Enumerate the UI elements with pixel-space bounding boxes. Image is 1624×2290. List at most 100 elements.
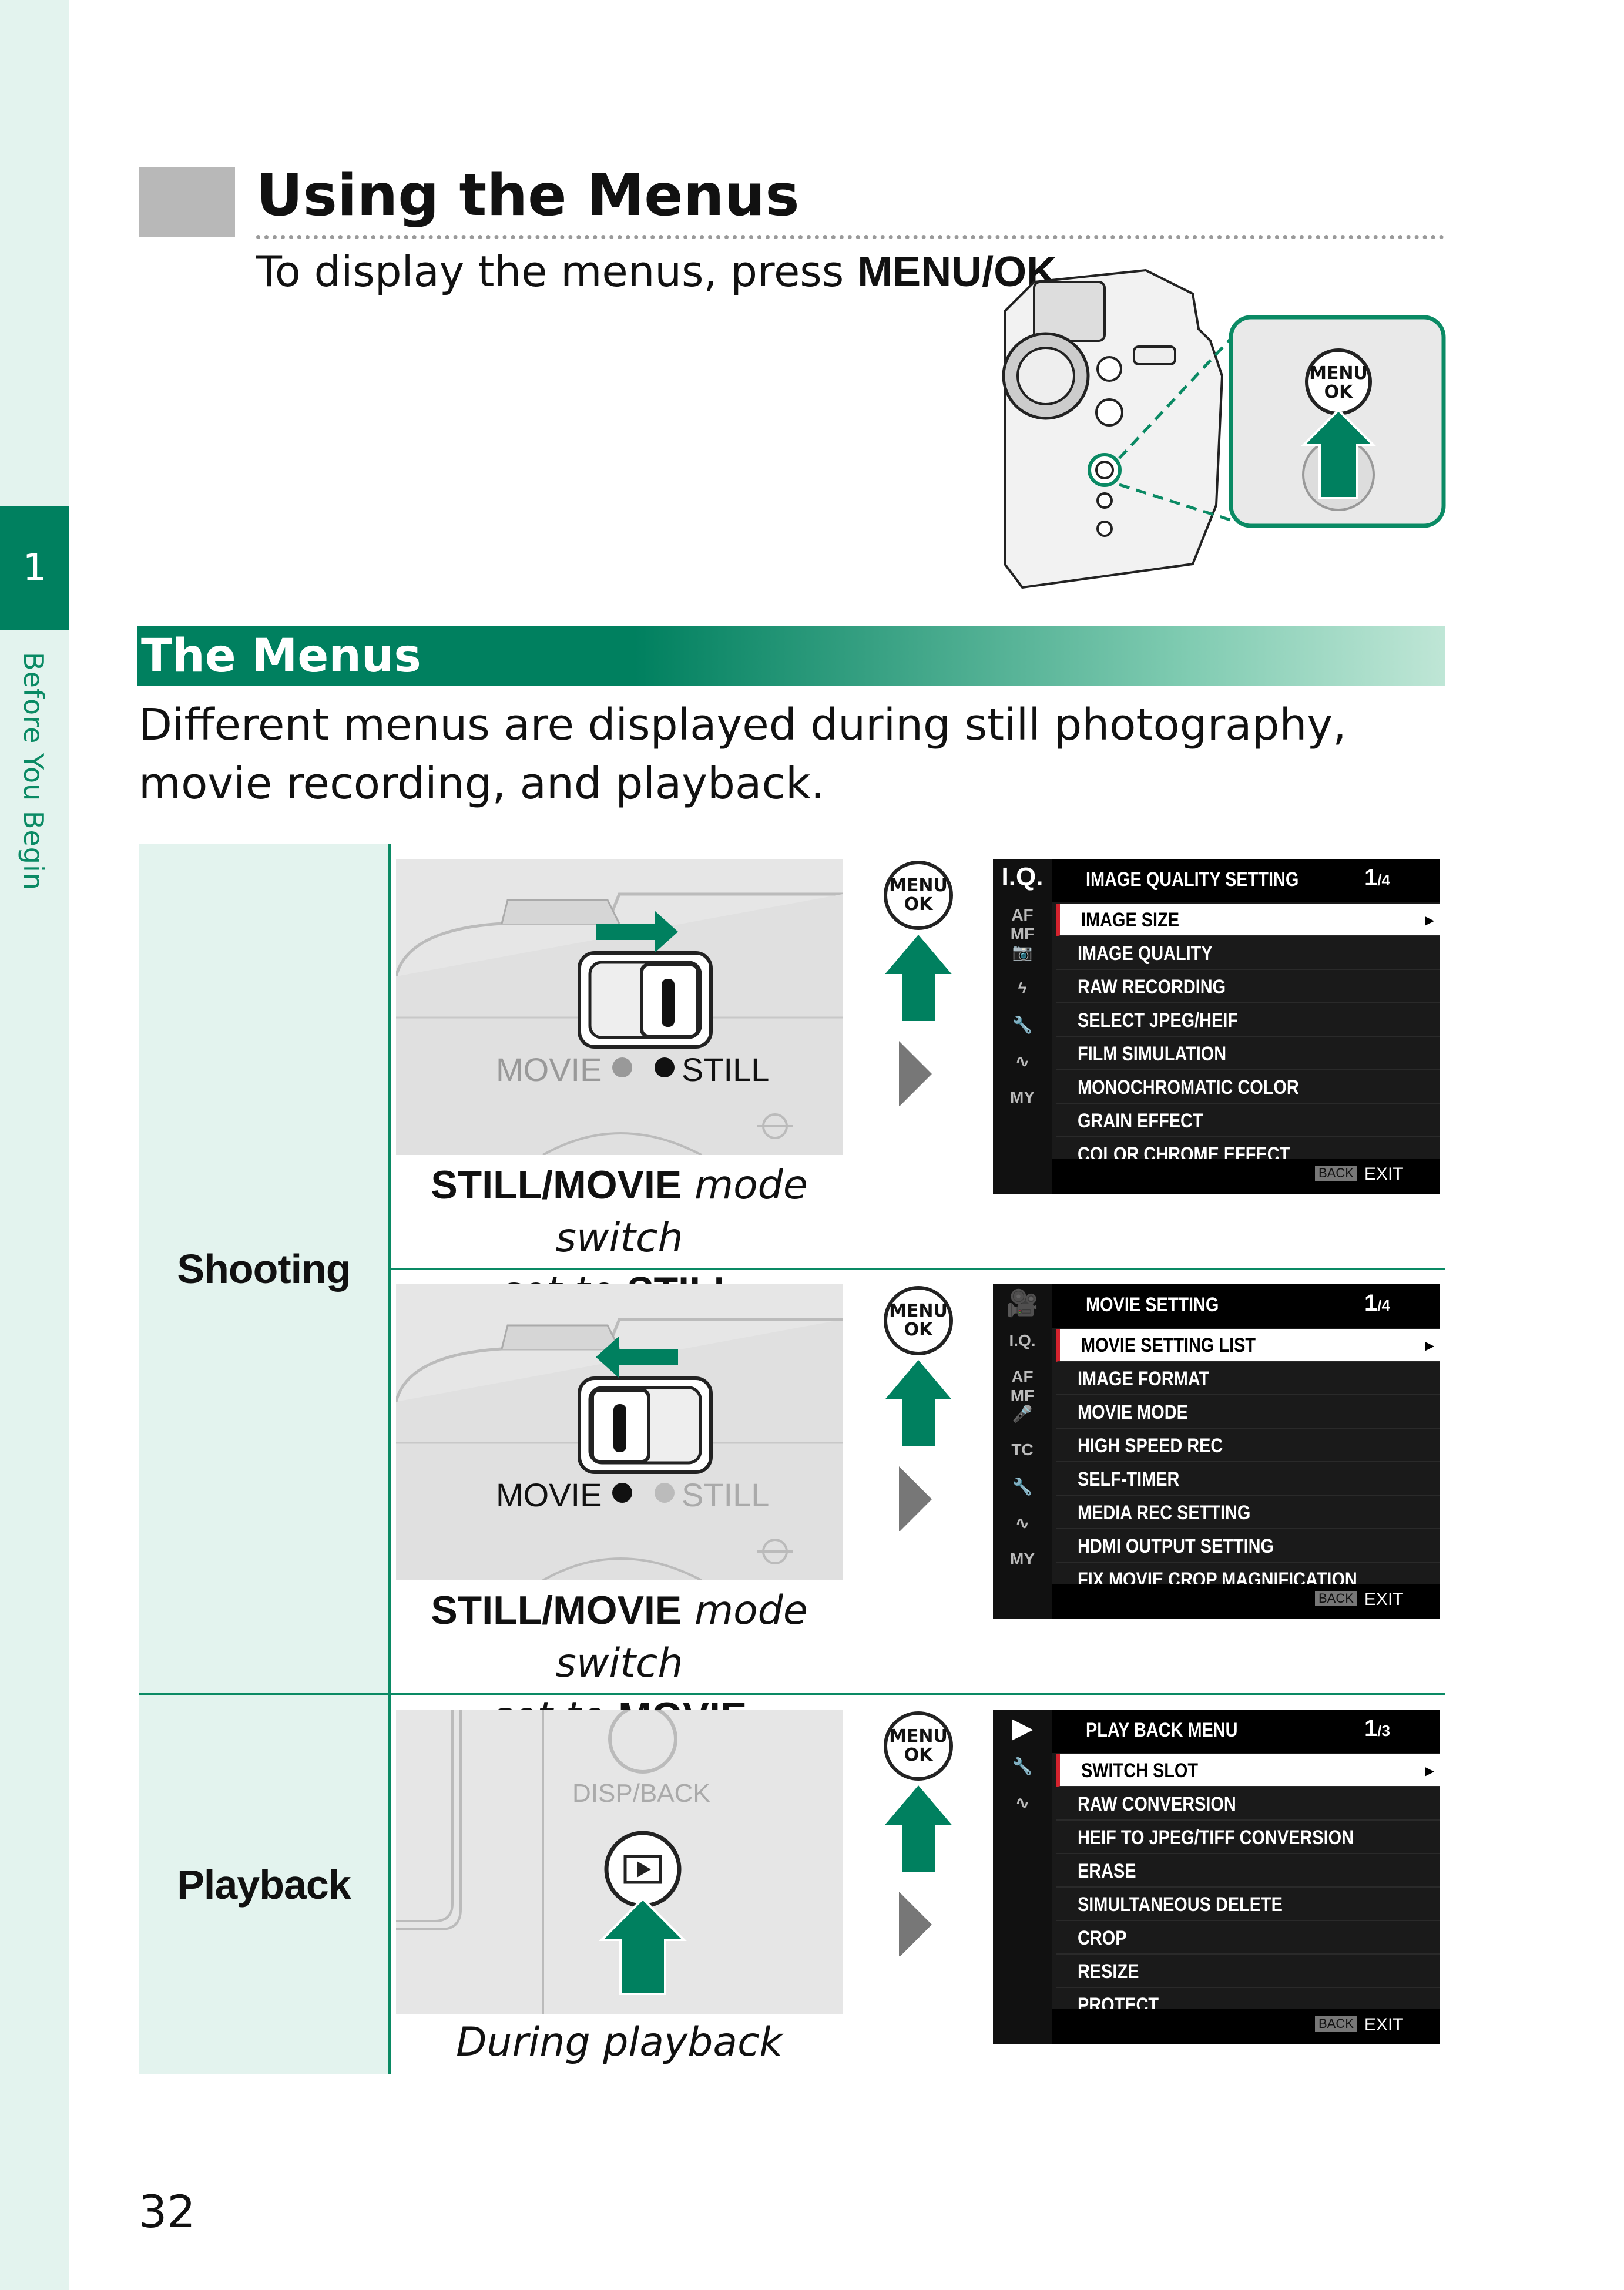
menu-screen-playback: PLAY BACK MENU 1/3 ▶ 🔧 ∿ SWITCH SLOT RAW CONVE…	[993, 1710, 1440, 2044]
movie-switch-illustration: MOVIE STILL	[394, 1284, 843, 1581]
menu-tab-icon[interactable]: AF MF	[999, 906, 1046, 943]
menu-item-label: SELF-TIMER	[1078, 1468, 1180, 1490]
menu-item[interactable]: MEDIA REC SETTING	[1056, 1496, 1440, 1529]
menu-tab-icon[interactable]: MY	[999, 1088, 1046, 1107]
still-dot	[655, 1057, 675, 1077]
menu-page-total: /3	[1377, 1722, 1390, 1740]
back-button-glyph: BACK	[1315, 1591, 1357, 1606]
menu-tab-icon[interactable]: AF MF	[999, 1368, 1046, 1405]
menu-item-label: ERASE	[1078, 1860, 1136, 1882]
back-button-glyph: BACK	[1315, 1166, 1357, 1181]
menu-item[interactable]: RAW RECORDING	[1056, 971, 1440, 1003]
menu-item-label: MONOCHROMATIC COLOR	[1078, 1076, 1299, 1099]
menu-tab-icon[interactable]: ∿	[999, 1513, 1046, 1533]
playback-button-illustration: DISP/BACK	[396, 1704, 843, 2014]
menu-item[interactable]: FILM SIMULATION	[1056, 1037, 1440, 1070]
menu-item[interactable]: HDMI OUTPUT SETTING	[1056, 1530, 1440, 1563]
menu-tab-icon[interactable]: ▶	[999, 1713, 1046, 1743]
menu-exit-hint: BACK EXIT	[1315, 2015, 1404, 2035]
menu-tab-icon[interactable]: 📷	[999, 942, 1046, 962]
menu-item[interactable]: ERASE	[1056, 1855, 1440, 1888]
menu-item[interactable]: HEIF TO JPEG/TIFF CONVERSION	[1056, 1821, 1440, 1854]
menu-title: PLAY BACK MENU	[1086, 1719, 1238, 1741]
row-label-playback: Playback	[177, 1862, 351, 1908]
menu-item[interactable]: RAW CONVERSION	[1056, 1788, 1440, 1821]
menu-item-label: HDMI OUTPUT SETTING	[1078, 1535, 1274, 1557]
menu-text: MENU	[889, 1726, 948, 1747]
menu-tab-icon[interactable]: 🔧	[999, 1757, 1046, 1776]
menu-screen-movie-setting: MOVIE SETTING 1/4 🎥 I.Q. AF MF 🎤 TC 🔧 ∿ MY MOVIE S…	[993, 1284, 1440, 1619]
menu-ok-press-movie: MENU OK	[874, 1284, 962, 1532]
menu-item-label: RAW CONVERSION	[1078, 1793, 1236, 1815]
switch-label-still: STILL	[682, 1051, 770, 1088]
menu-page-current: 1	[1364, 865, 1378, 891]
menu-tab-icon[interactable]: 🔧	[999, 1477, 1046, 1496]
menu-item-label: RAW RECORDING	[1078, 976, 1226, 998]
menu-item-label: MEDIA REC SETTING	[1078, 1502, 1251, 1524]
ok-text: OK	[904, 1745, 933, 1765]
menu-tab-icon[interactable]: I.Q.	[999, 862, 1046, 892]
menu-tab-icon[interactable]: 🎥	[999, 1288, 1046, 1318]
menu-text: MENU	[889, 1301, 948, 1321]
menu-item-label: HEIF TO JPEG/TIFF CONVERSION	[1078, 1826, 1354, 1849]
menu-tab-icon[interactable]: ∿	[999, 1793, 1046, 1812]
menu-tab-icon[interactable]: ∿	[999, 1052, 1046, 1071]
menu-item[interactable]: SELF-TIMER	[1056, 1463, 1440, 1496]
menu-item[interactable]: MONOCHROMATIC COLOR	[1056, 1071, 1440, 1104]
menu-tab-icon[interactable]: 🔧	[999, 1015, 1046, 1035]
menu-item-label: HIGH SPEED REC	[1078, 1435, 1223, 1457]
menu-item[interactable]: MOVIE MODE	[1056, 1396, 1440, 1429]
exit-label: EXIT	[1364, 1590, 1404, 1609]
intro-text: To display the menus, press MENU/OK.	[256, 247, 1071, 296]
menu-item[interactable]: GRAIN EFFECT	[1056, 1104, 1440, 1137]
menu-item[interactable]: IMAGE QUALITY	[1056, 937, 1440, 970]
menu-item-label: SWITCH SLOT	[1081, 1760, 1199, 1782]
menu-item[interactable]: SIMULTANEOUS DELETE	[1056, 1888, 1440, 1921]
menu-tab-icon[interactable]: TC	[999, 1441, 1046, 1459]
menu-page-indicator: 1/4	[1364, 1290, 1390, 1317]
menu-item-label: SIMULTANEOUS DELETE	[1078, 1893, 1283, 1916]
svg-text:OK: OK	[1324, 382, 1354, 402]
menu-page-total: /4	[1377, 871, 1390, 889]
menu-item[interactable]: HIGH SPEED REC	[1056, 1429, 1440, 1462]
switch-label-still: STILL	[682, 1476, 770, 1513]
menu-tab-icon[interactable]: I.Q.	[999, 1331, 1046, 1350]
menu-item-label: RESIZE	[1078, 1960, 1139, 1983]
menu-screen-image-quality: IMAGE QUALITY SETTING 1/4 I.Q. AF MF 📷 ϟ 🔧 ∿ MY I…	[993, 859, 1440, 1194]
movie-dot	[612, 1057, 632, 1077]
chapter-label: Before You Begin	[18, 652, 49, 891]
menu-item[interactable]: IMAGE FORMAT	[1056, 1362, 1440, 1395]
menu-item-label: FILM SIMULATION	[1078, 1043, 1227, 1065]
still-switch-illustration: MOVIE STILL	[394, 859, 843, 1156]
menu-page-total: /4	[1377, 1297, 1390, 1314]
caption-movie-switch: STILL/MOVIE	[431, 1588, 682, 1633]
menu-item[interactable]: SWITCH SLOT	[1056, 1754, 1440, 1787]
menu-item[interactable]: CROP	[1056, 1922, 1440, 1955]
exit-label: EXIT	[1364, 1164, 1404, 1184]
menu-page-current: 1	[1364, 1715, 1378, 1741]
page-title: Using the Menus	[256, 162, 800, 229]
menu-title: MOVIE SETTING	[1086, 1294, 1219, 1316]
section-title: The Menus	[141, 630, 421, 683]
menu-item-label: CROP	[1078, 1927, 1127, 1949]
ok-text: OK	[904, 1319, 933, 1340]
menu-tab-icon[interactable]: MY	[999, 1550, 1046, 1569]
menu-item-label: IMAGE SIZE	[1081, 909, 1179, 931]
switch-label-movie: MOVIE	[496, 1476, 602, 1513]
menu-page-indicator: 1/4	[1364, 865, 1390, 891]
menu-ok-press-still: MENU OK	[874, 859, 962, 1107]
caption-still-switch: STILL/MOVIE	[431, 1163, 682, 1207]
menu-button-label: MENU OK	[874, 877, 962, 914]
camera-back-illustration: MENU OK	[1002, 268, 1446, 589]
still-dot	[655, 1483, 675, 1503]
menu-tab-icon[interactable]: ϟ	[999, 979, 1046, 998]
chapter-strip	[0, 0, 69, 2290]
menu-item[interactable]: MOVIE SETTING LIST	[1056, 1329, 1440, 1362]
menu-tab-icon[interactable]: 🎤	[999, 1404, 1046, 1423]
menu-item-label: MOVIE SETTING LIST	[1081, 1334, 1256, 1356]
caption-playback: During playback	[456, 2019, 783, 2066]
menu-button-label: MENU OK	[874, 1727, 962, 1765]
menu-item[interactable]: SELECT JPEG/HEIF	[1056, 1004, 1440, 1037]
menu-item[interactable]: IMAGE SIZE	[1056, 904, 1440, 936]
menu-item[interactable]: RESIZE	[1056, 1955, 1440, 1988]
